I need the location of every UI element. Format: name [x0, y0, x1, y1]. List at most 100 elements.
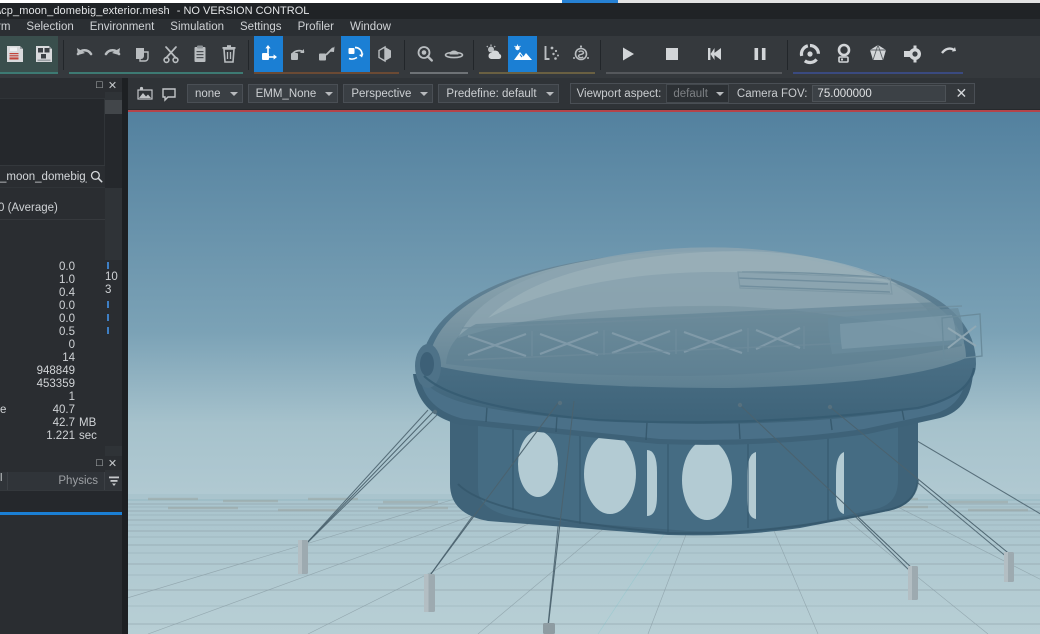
emm-value: EMM_None — [256, 88, 317, 100]
undo-icon[interactable] — [69, 36, 98, 72]
stat-row-6: 0 — [0, 338, 105, 351]
stat-label: e — [0, 404, 8, 416]
toolbar-group-simulation — [793, 36, 963, 74]
stat-value: 0.0 — [12, 261, 79, 273]
menu-item-profiler[interactable]: Profiler — [290, 19, 342, 36]
viewport-toolbar: none EMM_None Perspective Predefine: def… — [128, 78, 1040, 110]
mesh-collision-icon[interactable] — [861, 36, 895, 72]
menu-item-selection[interactable]: Selection — [18, 19, 81, 36]
toolbar-separator — [248, 40, 249, 70]
rotate-tool-icon[interactable] — [283, 36, 312, 72]
stat-value: 40.7 — [12, 404, 79, 416]
duplicate-icon[interactable] — [127, 36, 156, 72]
toolbar-separator — [600, 40, 601, 70]
ragdoll-icon[interactable] — [827, 36, 861, 72]
physics-orbit-icon[interactable] — [793, 36, 827, 72]
camera-fov-input[interactable]: 75.000000 — [812, 85, 946, 102]
viewport-aspect-select[interactable]: default — [666, 84, 729, 103]
toolbar-group-edit — [69, 36, 243, 74]
physics-content-area — [0, 515, 122, 634]
viewport-aspect-label: Viewport aspect: — [577, 88, 662, 100]
physics-panel: □ ✕ l Physics — [0, 456, 122, 634]
scale-tool-icon[interactable] — [312, 36, 341, 72]
stat-value: 0.4 — [12, 287, 79, 299]
scrollbar-track[interactable] — [105, 114, 122, 188]
physics-panel-body — [0, 490, 122, 634]
stat-value: 0 — [12, 339, 79, 351]
toolbar-group-playback — [606, 36, 782, 74]
chevron-down-icon — [325, 92, 333, 96]
stat-side-value-2: 3 — [105, 284, 111, 296]
maximize-icon[interactable]: □ — [93, 79, 106, 91]
stop-icon[interactable] — [650, 36, 694, 72]
debug-view-select[interactable]: none — [187, 84, 243, 103]
menu-item-form[interactable]: rm — [0, 19, 18, 36]
search-input[interactable]: _moon_domebig_ex — [0, 165, 105, 187]
stats-list: 0.0 1.0 0.4 0.0 0.0 — [0, 260, 105, 442]
stat-side-value-1: 10 — [105, 271, 118, 283]
debug-view-value: none — [195, 88, 221, 100]
version-control-status: - NO VERSION CONTROL — [177, 5, 310, 17]
stat-row-10: 1 — [0, 390, 105, 403]
stat-value: 42.7 — [12, 417, 79, 429]
global-illumination-icon[interactable] — [566, 36, 595, 72]
joint-icon[interactable] — [895, 36, 929, 72]
delete-icon[interactable] — [214, 36, 243, 72]
stat-row-4: 0.0 — [0, 312, 105, 325]
menu-item-simulation[interactable]: Simulation — [162, 19, 232, 36]
render-mode-icon[interactable] — [134, 83, 156, 105]
stat-value: 14 — [12, 352, 79, 364]
zoom-selection-icon[interactable] — [410, 36, 439, 72]
projection-select[interactable]: Perspective — [343, 84, 433, 103]
chevron-down-icon — [420, 92, 428, 96]
terrain-icon[interactable] — [508, 36, 537, 72]
rewind-icon[interactable] — [694, 36, 738, 72]
annotations-icon[interactable] — [158, 83, 180, 105]
snap-tool-icon[interactable] — [370, 36, 399, 72]
save-all-icon[interactable] — [29, 36, 58, 72]
maximize-icon[interactable]: □ — [93, 457, 106, 469]
viewport-3d[interactable] — [128, 110, 1040, 634]
paste-icon[interactable] — [185, 36, 214, 72]
menu-item-environment[interactable]: Environment — [82, 19, 163, 36]
filter-icon[interactable] — [105, 472, 122, 490]
tab-physics[interactable]: Physics — [8, 472, 105, 490]
cut-icon[interactable] — [156, 36, 185, 72]
viewport-aspect-value: default — [673, 88, 708, 100]
stat-unit: MB — [79, 417, 105, 429]
scrollbar-thumb[interactable] — [105, 100, 122, 114]
predefine-select[interactable]: Predefine: default — [438, 84, 558, 103]
orbit-view-icon[interactable] — [439, 36, 468, 72]
close-icon[interactable]: ✕ — [106, 79, 119, 91]
stat-row-3: 0.0 — [0, 299, 105, 312]
physics-tab-row: l Physics — [0, 472, 122, 490]
physics-panel-header: □ ✕ — [93, 456, 122, 470]
menu-item-window[interactable]: Window — [342, 19, 399, 36]
play-icon[interactable] — [606, 36, 650, 72]
tab-partial[interactable]: l — [0, 472, 8, 490]
menu-item-settings[interactable]: Settings — [232, 19, 290, 36]
stat-row-13: 1.221 sec — [0, 429, 105, 442]
search-icon[interactable] — [90, 170, 103, 183]
stat-unit: sec — [79, 430, 105, 442]
stats-panel: □ ✕ _moon_domebig_ex 0 (Average) — [0, 78, 122, 456]
average-label: 0 (Average) — [0, 202, 58, 214]
redo-icon[interactable] — [98, 36, 127, 72]
particles-icon[interactable] — [537, 36, 566, 72]
weather-icon[interactable] — [479, 36, 508, 72]
stat-row-2: 0.4 — [0, 286, 105, 299]
save-icon[interactable] — [0, 36, 29, 72]
emm-select[interactable]: EMM_None — [248, 84, 339, 103]
stat-marker — [107, 301, 109, 308]
cloth-icon[interactable] — [929, 36, 963, 72]
stat-marker — [107, 327, 109, 334]
main-toolbar — [0, 36, 1040, 78]
pause-icon[interactable] — [738, 36, 782, 72]
move-tool-icon[interactable] — [254, 36, 283, 72]
transform-pivot-icon[interactable] — [341, 36, 370, 72]
title-bar: \cp_moon_domebig_exterior.mesh - NO VERS… — [0, 3, 1040, 19]
viewport-aspect-group: Viewport aspect: default Camera FOV: 75.… — [570, 83, 976, 104]
close-icon[interactable]: ✕ — [106, 457, 119, 469]
close-viewport-bar-button[interactable]: ✕ — [948, 83, 974, 104]
viewport-scene — [128, 112, 1040, 634]
